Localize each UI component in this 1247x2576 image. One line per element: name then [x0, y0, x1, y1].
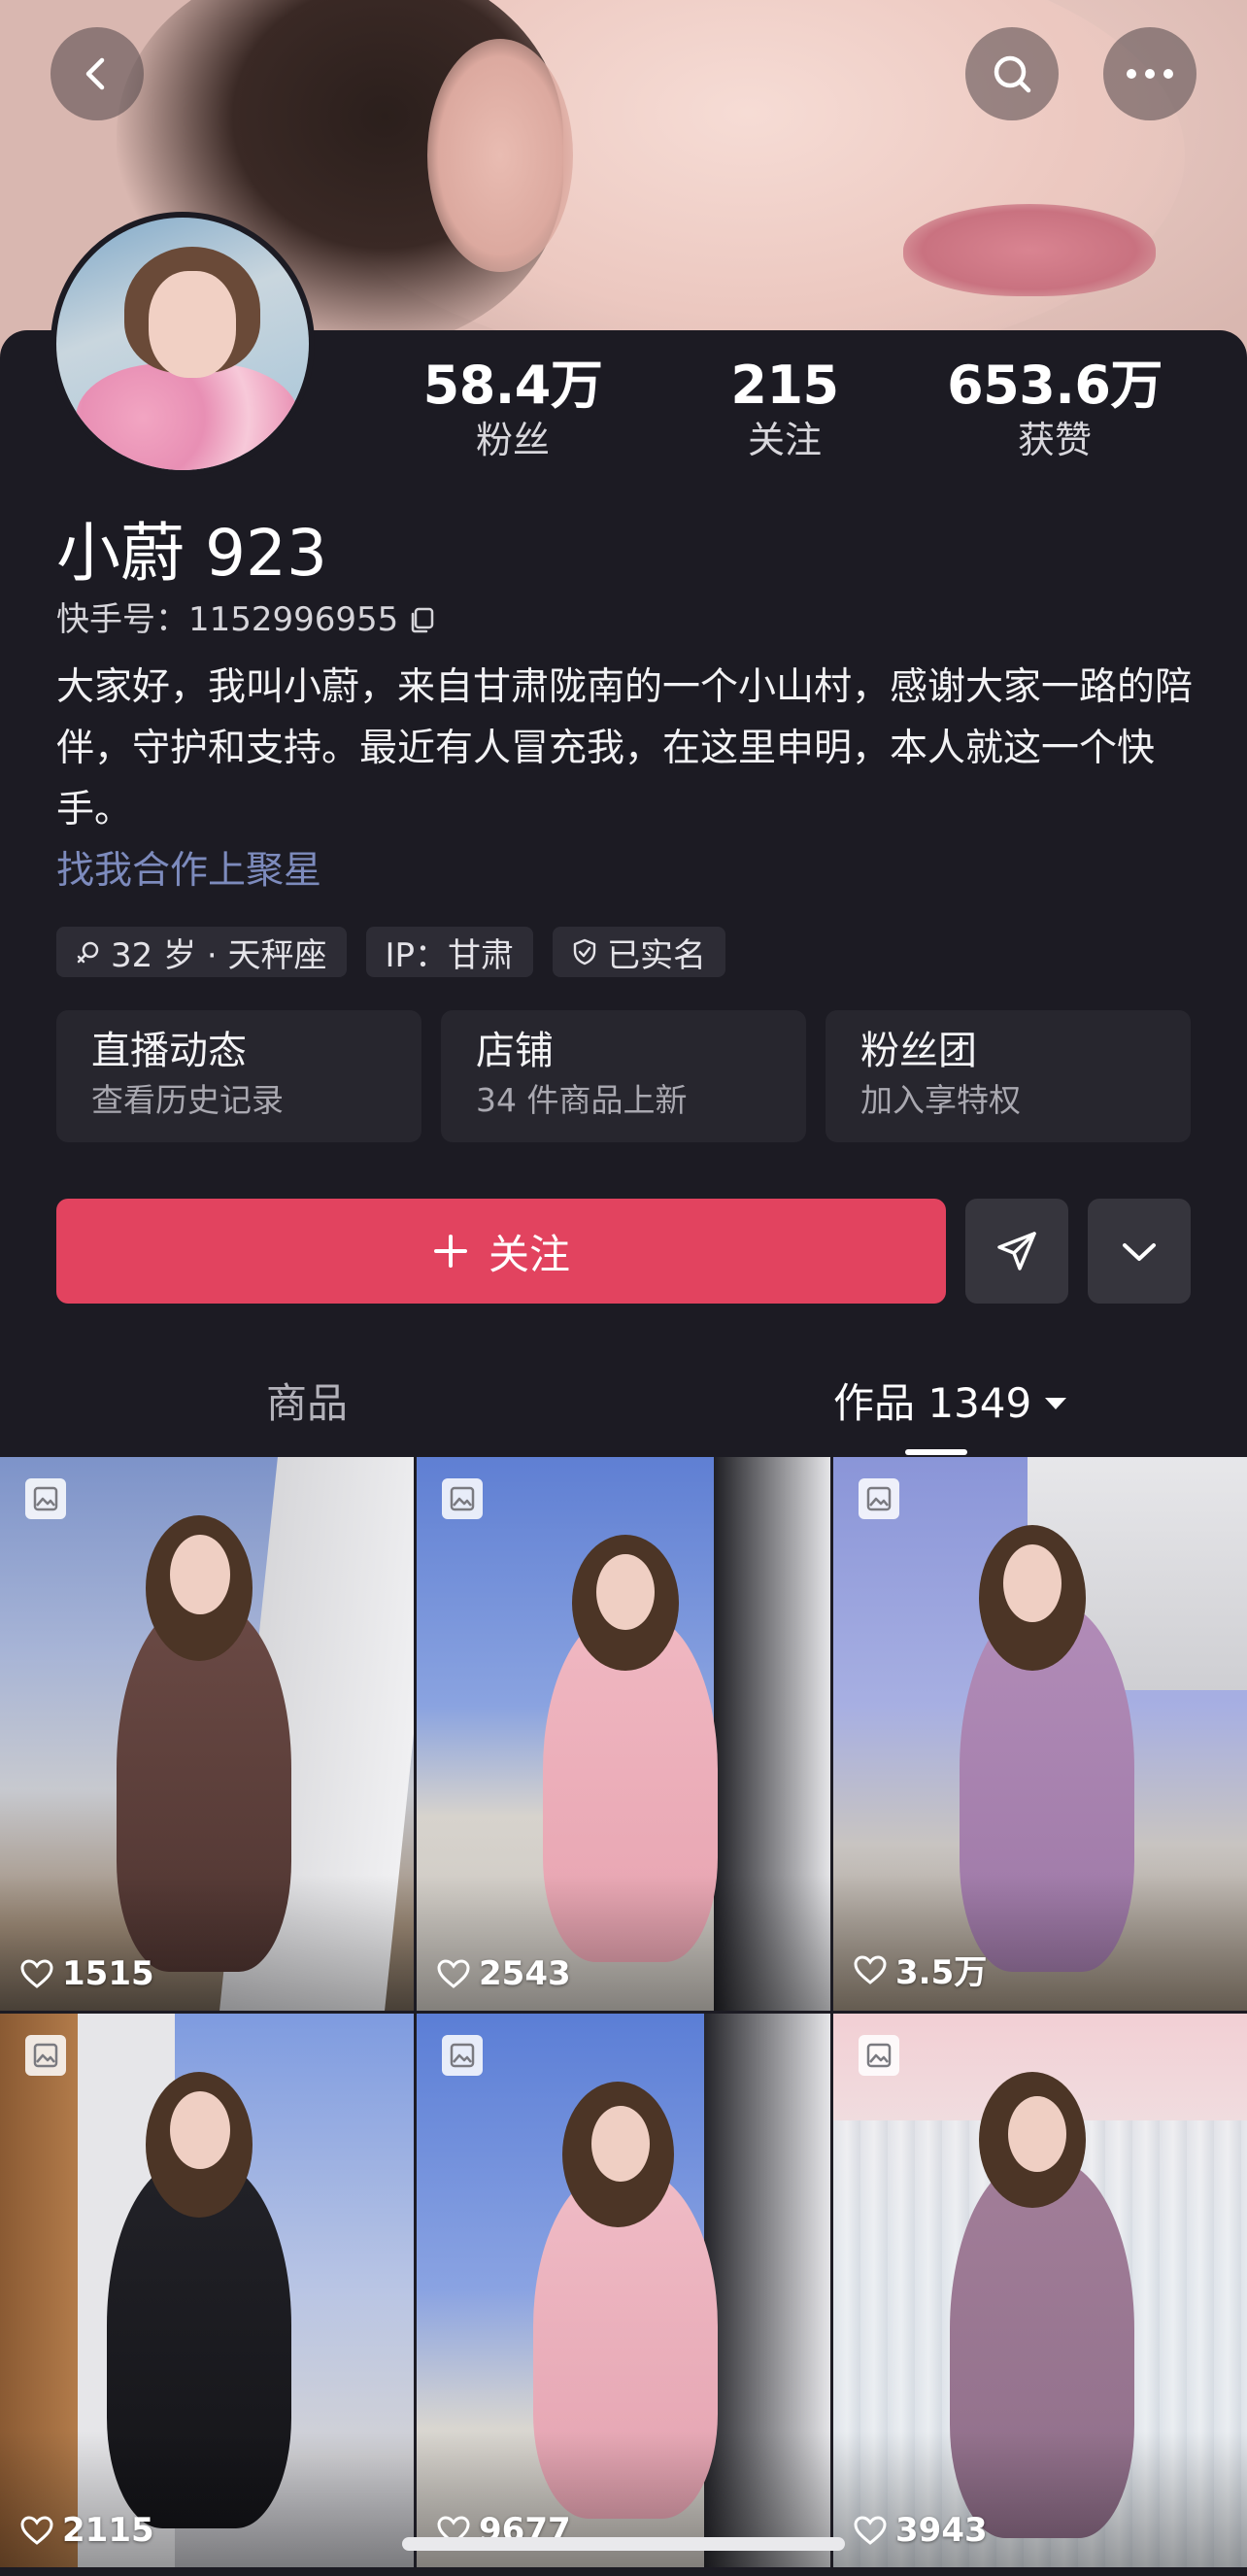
photo-type-icon — [442, 1478, 483, 1519]
message-button[interactable] — [965, 1199, 1068, 1304]
caret-down-icon — [1045, 1398, 1067, 1409]
plus-icon — [433, 1235, 467, 1268]
back-arrow-icon — [85, 57, 105, 90]
card-fan-club[interactable]: 粉丝团 加入享特权 — [826, 1010, 1191, 1142]
card-title: 店铺 — [476, 1029, 554, 1073]
like-count-text: 1515 — [62, 1954, 154, 1993]
tag-ip: IP：甘肃 — [365, 927, 534, 977]
tab-works[interactable]: 作品 1349 — [833, 1374, 1068, 1433]
profile-name: 小蔚 923 — [56, 516, 327, 591]
tag-verified-text: 已实名 — [607, 935, 707, 975]
card-title: 直播动态 — [91, 1029, 247, 1073]
shield-check-icon — [573, 938, 596, 966]
search-button[interactable] — [965, 27, 1059, 120]
heart-icon — [854, 1954, 887, 1984]
like-count: 1515 — [19, 1954, 154, 1993]
work-item[interactable]: 3.5万 — [833, 1457, 1247, 2011]
card-title: 粉丝团 — [860, 1029, 977, 1073]
like-count: 2543 — [436, 1954, 571, 1993]
photo-type-icon — [25, 1478, 66, 1519]
feature-cards: 直播动态 查看历史记录 店铺 34 件商品上新 粉丝团 加入享特权 — [56, 1010, 1191, 1142]
works-grid: 1515 2543 3.5万 2115 9677 3943 — [0, 1457, 1247, 2576]
profile-bio: 大家好，我叫小蔚，来自甘肃陇南的一个小山村，感谢大家一路的陪伴，守护和支持。最近… — [56, 665, 1194, 831]
stat-followers[interactable]: 58.4万 粉丝 — [387, 355, 639, 463]
more-button[interactable] — [1103, 27, 1196, 120]
like-count: 3943 — [853, 2511, 988, 2550]
female-icon — [77, 941, 99, 964]
work-item[interactable]: 3943 — [833, 2014, 1247, 2567]
tag-ip-text: IP：甘肃 — [385, 935, 515, 975]
photo-type-icon — [25, 2035, 66, 2076]
back-button[interactable] — [51, 27, 144, 120]
home-indicator — [402, 2537, 845, 2551]
follow-button[interactable]: 关注 — [56, 1199, 946, 1304]
card-subtitle: 34 件商品上新 — [476, 1081, 688, 1119]
stat-likes[interactable]: 653.6万 获赞 — [928, 355, 1181, 463]
stat-value: 653.6万 — [947, 355, 1163, 416]
user-id-text: 快手号：1152996955 — [56, 600, 399, 639]
tab-indicator — [905, 1449, 967, 1455]
like-count-text: 2115 — [62, 2511, 154, 2550]
work-item[interactable]: 9677 — [417, 2014, 830, 2567]
stats-row: 58.4万 粉丝 215 关注 653.6万 获赞 — [0, 355, 1247, 471]
user-id: 快手号：1152996955 — [56, 598, 437, 641]
tag-age: 32 岁 · 天秤座 — [56, 927, 347, 977]
like-count-text: 3943 — [895, 2511, 988, 2550]
more-dots-icon — [1127, 69, 1173, 79]
stat-label: 获赞 — [1017, 419, 1092, 461]
stat-following[interactable]: 215 关注 — [658, 355, 911, 463]
card-live-history[interactable]: 直播动态 查看历史记录 — [56, 1010, 421, 1142]
expand-button[interactable] — [1088, 1199, 1191, 1304]
copy-icon[interactable] — [408, 605, 437, 634]
stat-value: 58.4万 — [422, 355, 603, 416]
heart-icon — [854, 2516, 887, 2545]
like-count-text: 3.5万 — [895, 1953, 988, 1992]
content-tabs: 商品 作品 1349 — [0, 1355, 1247, 1457]
tag-verified[interactable]: 已实名 — [553, 927, 726, 977]
profile-tags: 32 岁 · 天秤座 IP：甘肃 已实名 — [56, 927, 726, 977]
chevron-down-icon — [1123, 1243, 1156, 1261]
card-subtitle: 查看历史记录 — [91, 1081, 284, 1119]
heart-icon — [437, 1959, 470, 1988]
card-shop[interactable]: 店铺 34 件商品上新 — [441, 1010, 806, 1142]
send-icon — [997, 1232, 1036, 1271]
business-link[interactable]: 找我合作上聚星 — [56, 845, 321, 898]
stat-label: 粉丝 — [475, 419, 550, 461]
tab-goods[interactable]: 商品 — [266, 1374, 348, 1433]
heart-icon — [20, 1959, 53, 1988]
like-count: 3.5万 — [853, 1946, 987, 1993]
work-item[interactable]: 2115 — [0, 2014, 414, 2567]
photo-type-icon — [442, 2035, 483, 2076]
work-item[interactable]: 2543 — [417, 1457, 830, 2011]
search-icon — [994, 55, 1031, 93]
stat-value: 215 — [730, 355, 839, 416]
stat-label: 关注 — [747, 419, 822, 461]
work-item[interactable]: 1515 — [0, 1457, 414, 2011]
card-subtitle: 加入享特权 — [860, 1081, 1021, 1119]
heart-icon — [20, 2516, 53, 2545]
follow-label: 关注 — [488, 1230, 570, 1278]
photo-type-icon — [859, 2035, 899, 2076]
tab-works-label: 作品 1349 — [833, 1379, 1032, 1427]
tag-age-text: 32 岁 · 天秤座 — [111, 935, 327, 975]
like-count: 2115 — [19, 2511, 154, 2550]
like-count-text: 2543 — [479, 1954, 571, 1993]
photo-type-icon — [859, 1478, 899, 1519]
